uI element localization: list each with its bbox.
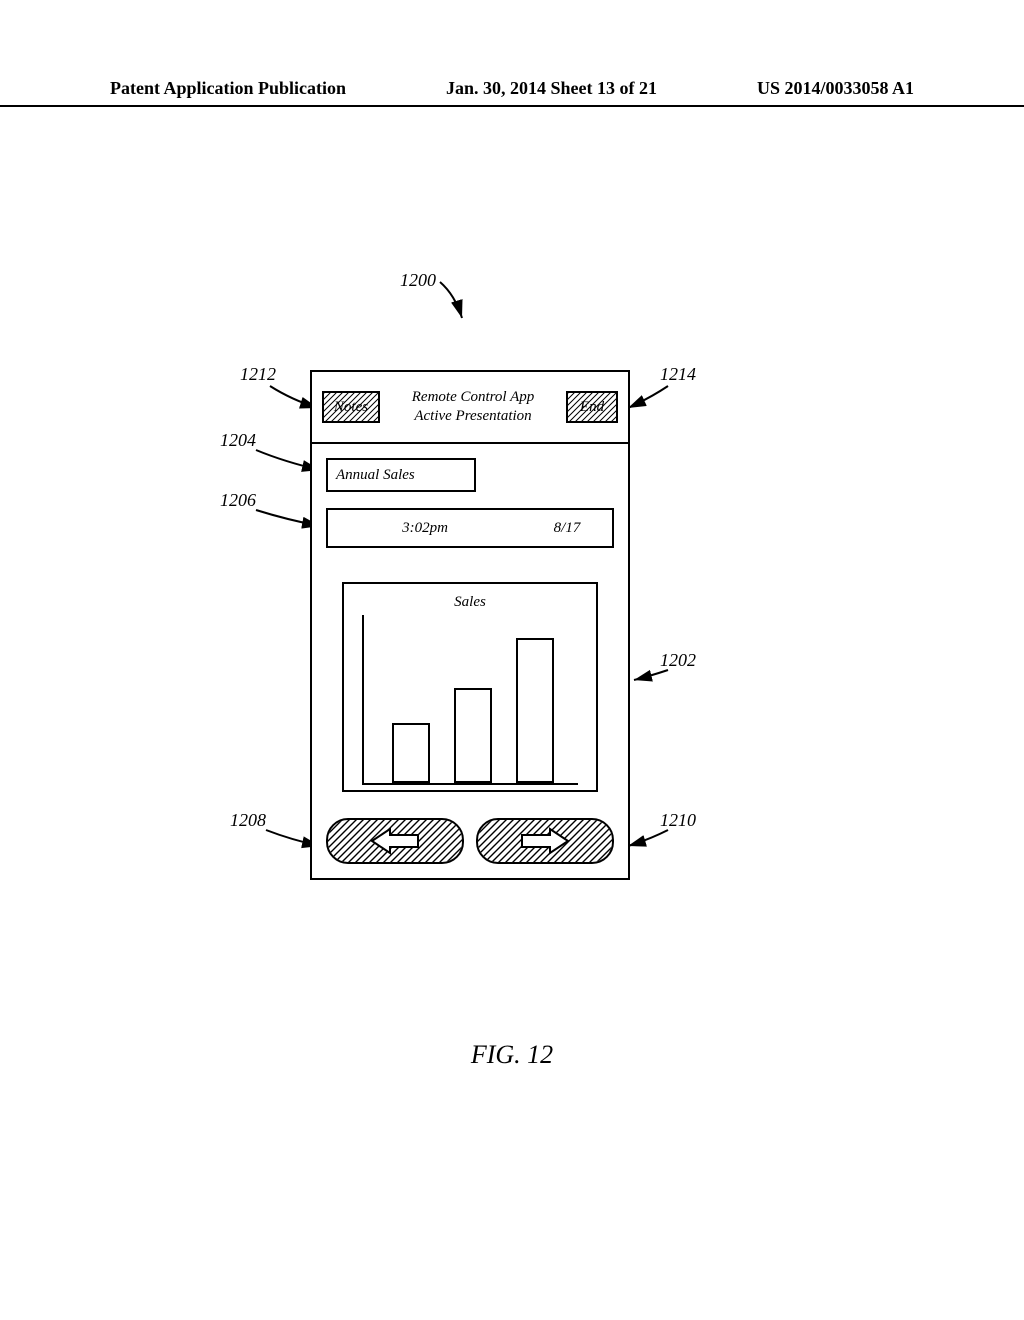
bar-chart: [362, 615, 578, 785]
chart-bar: [454, 688, 492, 783]
slide-title-box: Annual Sales: [326, 458, 476, 492]
slide-title: Annual Sales: [336, 467, 415, 484]
header-right: US 2014/0033058 A1: [757, 78, 914, 99]
nav-row: [326, 818, 614, 864]
next-slide-button[interactable]: [476, 818, 614, 864]
end-button[interactable]: End: [566, 391, 618, 423]
end-button-label: End: [580, 399, 604, 416]
figure-caption: FIG. 12: [0, 1040, 1024, 1070]
slide-count: 8/17: [522, 520, 612, 537]
app-titlebar: Notes Remote Control App Active Presenta…: [312, 372, 628, 444]
header-center: Jan. 30, 2014 Sheet 13 of 21: [446, 78, 657, 99]
prev-slide-button[interactable]: [326, 818, 464, 864]
app-title-line1: Remote Control App: [412, 388, 535, 407]
chart-bar: [392, 723, 430, 783]
device-frame: Notes Remote Control App Active Presenta…: [310, 370, 630, 880]
notes-button-label: Notes: [334, 399, 368, 416]
header-left: Patent Application Publication: [110, 78, 346, 99]
chart-bar: [516, 638, 554, 783]
notes-button[interactable]: Notes: [322, 391, 380, 423]
page-header: Patent Application Publication Jan. 30, …: [0, 78, 1024, 107]
arrow-right-icon: [520, 827, 570, 855]
arrow-left-icon: [370, 827, 420, 855]
app-title-line2: Active Presentation: [412, 407, 535, 426]
info-bar: 3:02pm 8/17: [326, 508, 614, 548]
clock-time: 3:02pm: [328, 520, 522, 537]
figure-canvas: 1200 1212 1214 1204 1206 1202 1208 1210: [0, 260, 1024, 1040]
app-title: Remote Control App Active Presentation: [412, 388, 535, 426]
chart-title: Sales: [362, 594, 578, 611]
slide-preview: Sales: [342, 582, 598, 792]
